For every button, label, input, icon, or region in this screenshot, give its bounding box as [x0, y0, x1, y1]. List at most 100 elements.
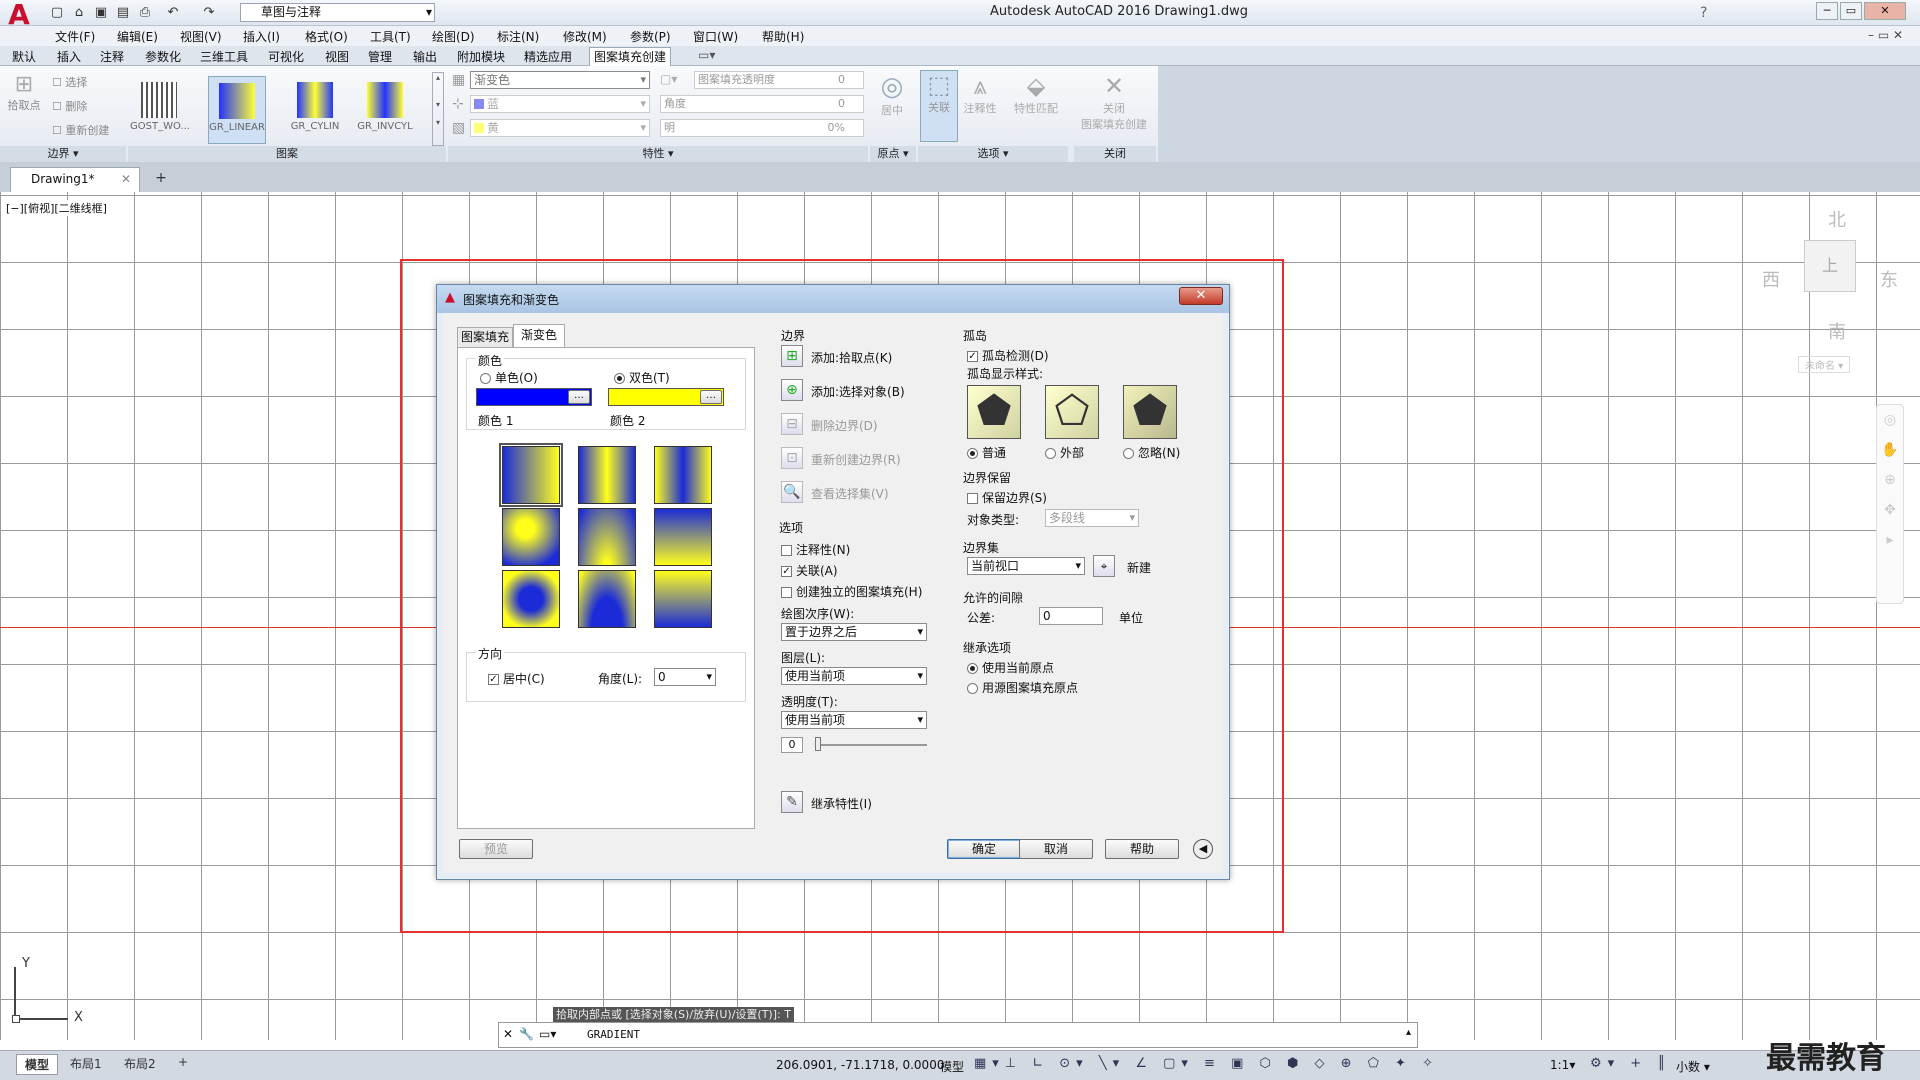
- island-ignore-radio[interactable]: 忽略(N): [1123, 444, 1180, 461]
- dialog-title-bar[interactable]: ▲ 图案填充和渐变色 ✕: [437, 285, 1229, 313]
- centered-checkbox[interactable]: ✓ 居中(C): [488, 670, 545, 687]
- color1-browse-button[interactable]: …: [568, 390, 590, 404]
- one-color-radio[interactable]: 单色(O): [480, 369, 538, 386]
- recent-commands-icon[interactable]: ▭▾: [539, 1027, 556, 1041]
- gradient-color1-dropdown[interactable]: 蓝: [470, 95, 650, 113]
- coordinates-display[interactable]: 206.0901, -71.1718, 0.0000: [776, 1058, 944, 1072]
- tab-output[interactable]: 输出: [413, 48, 437, 65]
- tab-featured-apps[interactable]: 精选应用: [524, 48, 572, 65]
- new-file-icon[interactable]: ▢: [48, 4, 66, 22]
- help-button[interactable]: 帮助: [1105, 839, 1179, 859]
- add-select-objects-button[interactable]: 添加:选择对象(B): [811, 383, 905, 400]
- hatch-type-dropdown[interactable]: 渐变色: [470, 71, 650, 89]
- viewcube-east[interactable]: 东: [1880, 266, 1898, 292]
- tint-field[interactable]: 明 0%: [660, 119, 864, 137]
- close-button[interactable]: ✕: [1864, 2, 1906, 20]
- two-color-radio[interactable]: 双色(T): [614, 369, 670, 386]
- pattern-gost-wood[interactable]: GOST_WO...: [130, 76, 190, 144]
- tab-home[interactable]: 默认: [12, 48, 36, 65]
- select-boundary-button[interactable]: ☐ 选择: [52, 74, 87, 90]
- viewcube-west[interactable]: 西: [1762, 266, 1780, 292]
- match-properties-button[interactable]: ⬙ 特性匹配: [1006, 72, 1066, 142]
- island-normal-radio[interactable]: 普通: [967, 444, 1006, 461]
- maximize-button[interactable]: ▭: [1840, 2, 1862, 20]
- layout1-tab[interactable]: 布局1: [62, 1054, 110, 1073]
- gradient-cylinder[interactable]: [578, 446, 636, 504]
- workspace-toggle-icons[interactable]: ⚙▾ + ║: [1590, 1056, 1671, 1071]
- tab-gradient[interactable]: 渐变色: [513, 324, 565, 347]
- use-current-origin-radio[interactable]: 使用当前原点: [967, 659, 1054, 676]
- viewcube-top-face[interactable]: 上: [1804, 240, 1856, 292]
- open-file-icon[interactable]: ⌂: [70, 4, 88, 22]
- command-input[interactable]: GRADIENT: [587, 1028, 640, 1041]
- transparency-value[interactable]: 0: [781, 737, 803, 753]
- menu-parametric[interactable]: 参数(P): [630, 28, 671, 45]
- add-layout-plus-icon[interactable]: +: [170, 1054, 196, 1070]
- menu-help[interactable]: 帮助(H): [762, 28, 804, 45]
- add-pick-points-icon[interactable]: ⊞: [781, 345, 803, 367]
- gradient-color2-dropdown[interactable]: 黄: [470, 119, 650, 137]
- pick-points-button[interactable]: ⊞ 拾取点: [4, 72, 44, 132]
- gradient-spherical[interactable]: [502, 508, 560, 566]
- menu-window[interactable]: 窗口(W): [693, 28, 738, 45]
- draw-order-dropdown[interactable]: 置于边界之后: [781, 623, 927, 641]
- tolerance-input[interactable]: 0: [1039, 607, 1103, 625]
- angle-field[interactable]: 角度 0: [660, 95, 864, 113]
- tab-view[interactable]: 视图: [325, 48, 349, 65]
- transparency-slider-track[interactable]: [815, 744, 927, 746]
- set-origin-button[interactable]: ◎ 居中: [874, 72, 910, 140]
- separate-hatches-checkbox[interactable]: 创建独立的图案填充(H): [781, 583, 922, 600]
- units-display[interactable]: 小数 ▾: [1676, 1058, 1710, 1075]
- tab-insert[interactable]: 插入: [57, 48, 81, 65]
- dialog-close-button[interactable]: ✕: [1179, 287, 1223, 305]
- add-select-objects-icon[interactable]: ⊕: [781, 379, 803, 401]
- customize-icon[interactable]: 🔧: [519, 1027, 534, 1041]
- collapse-chevron-icon[interactable]: ◀: [1193, 839, 1213, 859]
- save-as-icon[interactable]: ▤: [114, 4, 132, 22]
- angle-dropdown[interactable]: 0: [654, 668, 716, 686]
- island-normal-icon[interactable]: ⬟: [967, 385, 1021, 439]
- gradient-inverted-cylinder[interactable]: [654, 446, 712, 504]
- close-command-icon[interactable]: ✕: [503, 1027, 513, 1041]
- retain-boundaries-checkbox[interactable]: 保留边界(S): [967, 489, 1047, 506]
- layer-dropdown[interactable]: 使用当前项: [781, 667, 927, 685]
- gradient-curved[interactable]: [654, 508, 712, 566]
- boundary-set-dropdown[interactable]: 当前视口: [967, 557, 1085, 575]
- associative-checkbox[interactable]: ✓ 关联(A): [781, 562, 838, 579]
- island-ignore-icon[interactable]: ⬟: [1123, 385, 1177, 439]
- viewcube-south[interactable]: 南: [1828, 318, 1846, 344]
- preview-button[interactable]: 预览: [459, 839, 533, 859]
- pattern-gr-cylin[interactable]: GR_CYLIN: [286, 76, 344, 144]
- new-boundary-set-icon[interactable]: ⌖: [1093, 555, 1115, 577]
- island-outer-radio[interactable]: 外部: [1045, 444, 1084, 461]
- command-expand-icon[interactable]: ▴: [1406, 1027, 1411, 1038]
- menu-insert[interactable]: 插入(I): [243, 28, 280, 45]
- menu-tools[interactable]: 工具(T): [370, 28, 411, 45]
- tab-hatch[interactable]: 图案填充: [457, 327, 513, 347]
- origin-panel-label[interactable]: 原点 ▾: [870, 146, 916, 162]
- wcs-menu[interactable]: 未命名 ▾: [1798, 356, 1851, 373]
- gradient-linear[interactable]: [499, 443, 563, 507]
- tab-hatch-creation[interactable]: 图案填充创建: [589, 47, 672, 66]
- transparency-field[interactable]: 图案填充透明度 0: [694, 71, 864, 89]
- remove-boundary-button[interactable]: ☐ 删除: [52, 98, 87, 114]
- new-tab-plus-icon[interactable]: +: [150, 170, 172, 188]
- annotative-button[interactable]: ⩓ 注释性: [960, 72, 1000, 142]
- pattern-gallery-scroll[interactable]: ▴ ▾ ▾: [432, 72, 444, 146]
- island-outer-icon[interactable]: ⬠: [1045, 385, 1099, 439]
- tab-annotate[interactable]: 注释: [100, 48, 124, 65]
- drafting-toggle-icons[interactable]: ▦▾⊥ ∟ ⊙▾ ╲▾ ∠ ▢▾ ≡ ▣ ⬡ ⬢ ◇ ⊕ ⬠ ✦ ✧: [974, 1056, 1439, 1071]
- color2-browse-button[interactable]: …: [700, 390, 722, 404]
- redo-icon[interactable]: ↷: [200, 4, 218, 22]
- tab-addins[interactable]: 附加模块: [457, 48, 505, 65]
- menu-view[interactable]: 视图(V): [180, 28, 222, 45]
- menu-modify[interactable]: 修改(M): [563, 28, 607, 45]
- save-icon[interactable]: ▣: [92, 4, 110, 22]
- island-detection-checkbox[interactable]: ✓ 孤岛检测(D): [967, 347, 1049, 364]
- nav-tools-icon[interactable]: ◎ ✋ ⊕ ✥ ▸: [1877, 405, 1903, 555]
- tab-manage[interactable]: 管理: [368, 48, 392, 65]
- inherit-properties-icon[interactable]: ✎: [781, 791, 803, 813]
- tab-parametric[interactable]: 参数化: [145, 48, 181, 65]
- tab-3d-tools[interactable]: 三维工具: [200, 48, 248, 65]
- use-source-origin-radio[interactable]: 用源图案填充原点: [967, 679, 1078, 696]
